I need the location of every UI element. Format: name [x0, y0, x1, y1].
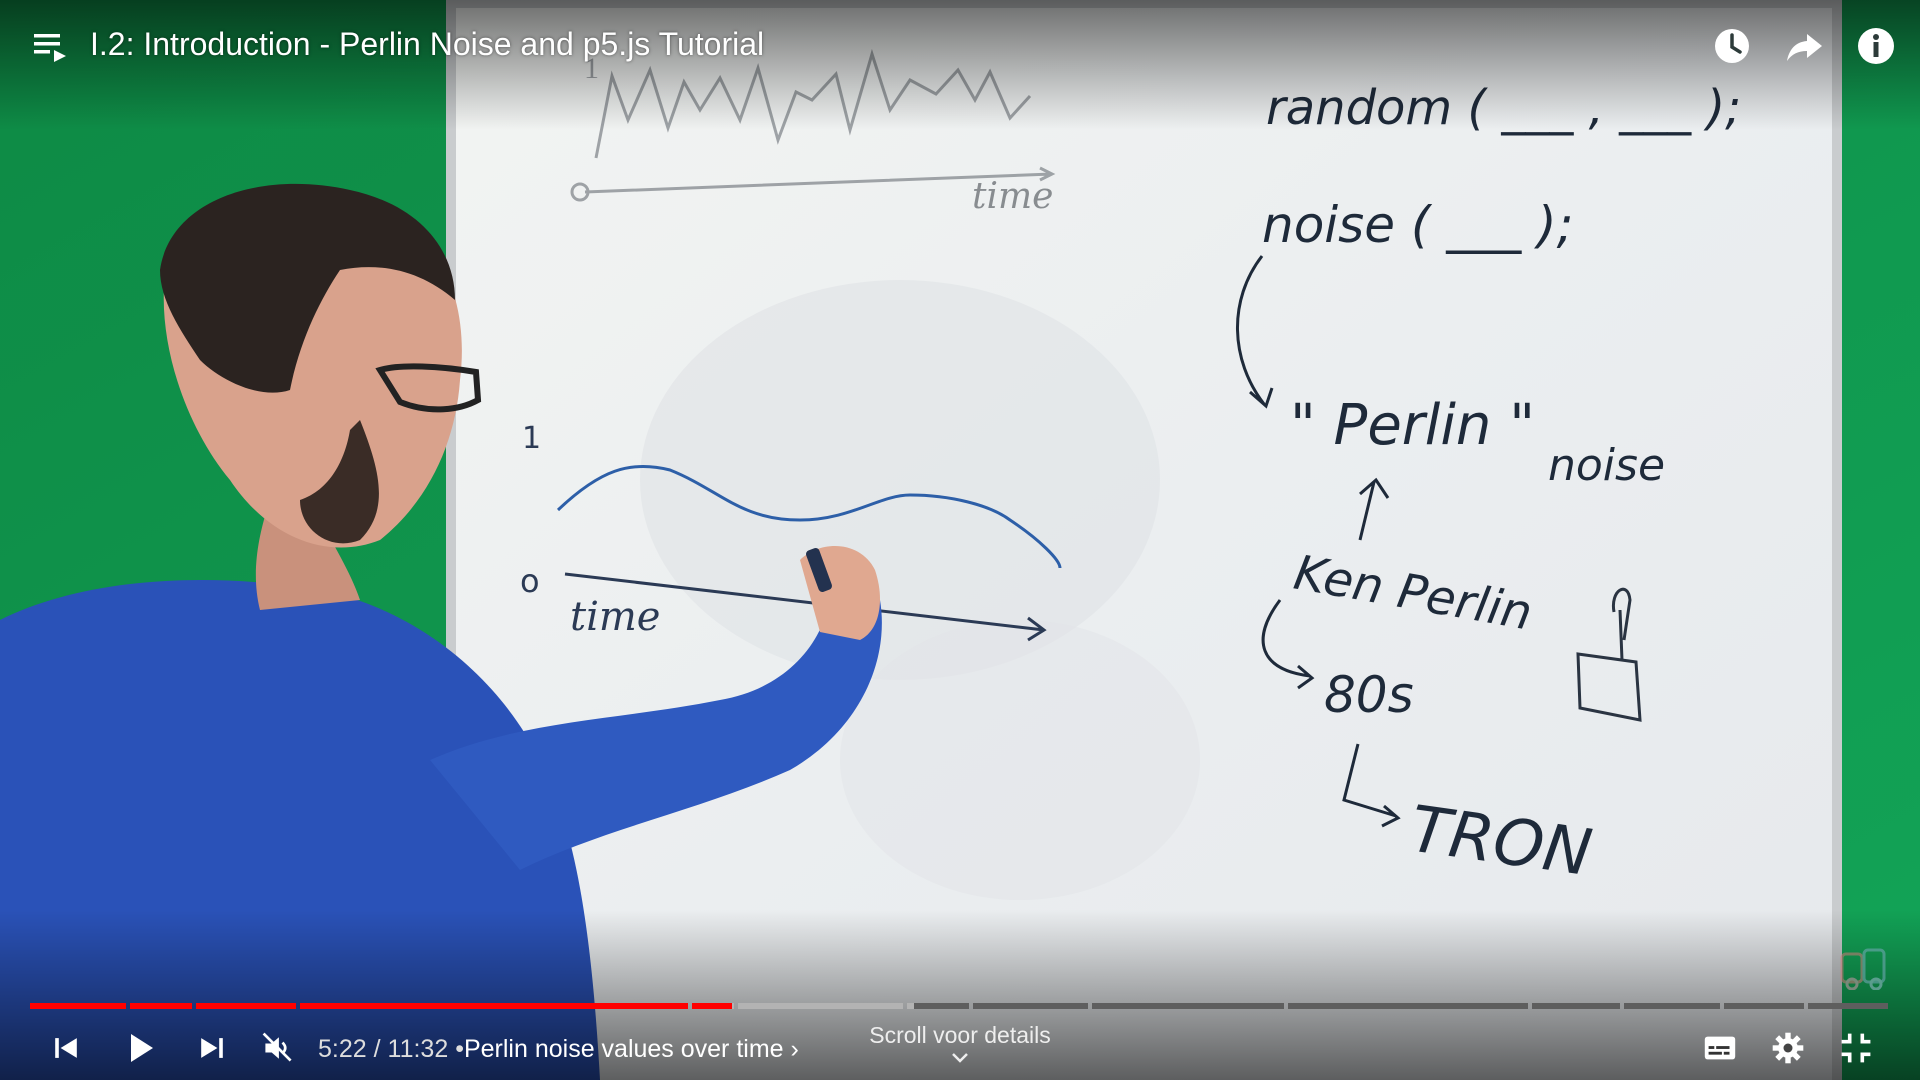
info-button[interactable] [1852, 22, 1900, 70]
played-fill [30, 1003, 126, 1009]
played-fill [196, 1003, 296, 1009]
chapter-segment[interactable] [1624, 1003, 1721, 1009]
time-separator: / [373, 1035, 381, 1063]
chapter-bullet: • [455, 1035, 464, 1063]
playlist-icon[interactable] [30, 26, 70, 66]
bottom-graph-y-label: 1 [522, 421, 541, 456]
skip-previous-icon [55, 1038, 77, 1058]
top-bar: I.2: Introduction - Perlin Noise and p5.… [0, 0, 1920, 90]
top-graph-x-label: time [972, 176, 1053, 217]
eraser-smudge [640, 280, 1160, 680]
current-time: 5:22 [318, 1035, 367, 1063]
bottom-graph-origin: o [520, 562, 540, 600]
chapter-segment[interactable] [906, 1003, 969, 1009]
time-display: 5:22 / 11:32 •Perlin noise values over t… [318, 1034, 799, 1064]
info-icon [1858, 28, 1894, 64]
played-fill [129, 1003, 193, 1009]
video-frame[interactable]: 1 time 1 o time random ( ___ , ___ ); no… [0, 0, 1920, 1080]
previous-button[interactable] [42, 1024, 90, 1072]
chapter-segment[interactable] [1808, 1003, 1888, 1009]
chapter-title: Perlin noise values over time [463, 1035, 784, 1063]
played-fill [299, 1003, 689, 1009]
chapter-segment[interactable] [299, 1003, 689, 1009]
eraser-smudge [840, 620, 1200, 900]
chapter-segment[interactable] [737, 1003, 903, 1009]
skip-next-icon [201, 1038, 223, 1058]
volume-muted-icon [262, 1032, 292, 1062]
bottom-graph-x-label: time [570, 594, 660, 640]
chevron-down-icon[interactable] [948, 1050, 972, 1066]
fullscreen-exit-icon [1841, 1033, 1871, 1063]
chapter-chevron-icon: › [790, 1035, 799, 1063]
subtitles-icon [1704, 1036, 1736, 1060]
chapter-segment[interactable] [1532, 1003, 1621, 1009]
share-button[interactable] [1780, 22, 1828, 70]
chapter-title-button[interactable]: Perlin noise values over time › [464, 1035, 799, 1063]
share-icon [1787, 34, 1822, 61]
progress-bar[interactable] [30, 1003, 1888, 1009]
chapter-segment[interactable] [972, 1003, 1089, 1009]
control-bar: 5:22 / 11:32 •Perlin noise values over t… [0, 1016, 1920, 1080]
scroll-for-details[interactable]: Scroll voor details [860, 1022, 1060, 1048]
note-noise-word: noise [1548, 440, 1665, 491]
chapter-segment[interactable] [692, 1003, 734, 1009]
next-button[interactable] [188, 1024, 236, 1072]
chapter-segment[interactable] [196, 1003, 296, 1009]
chapter-segment[interactable] [129, 1003, 193, 1009]
buffered-fill [737, 1003, 903, 1009]
subtitles-button[interactable] [1696, 1024, 1744, 1072]
play-icon [131, 1034, 153, 1062]
note-perlin: " Perlin " [1290, 393, 1535, 458]
watch-later-button[interactable] [1708, 22, 1756, 70]
chapter-segment[interactable] [1288, 1003, 1529, 1009]
video-player[interactable]: 1 time 1 o time random ( ___ , ___ ); no… [0, 0, 1920, 1080]
play-button[interactable] [116, 1024, 164, 1072]
played-fill [692, 1003, 733, 1009]
video-title[interactable]: I.2: Introduction - Perlin Noise and p5.… [90, 24, 764, 64]
settings-button[interactable] [1764, 1024, 1812, 1072]
fullscreen-exit-button[interactable] [1832, 1024, 1880, 1072]
clock-icon [1715, 29, 1749, 63]
buffered-fill [906, 1003, 915, 1009]
note-noise-call: noise ( ___ ); [1262, 196, 1574, 254]
chapter-segment[interactable] [1724, 1003, 1804, 1009]
note-decade: 80s [1324, 666, 1414, 724]
gear-icon [1772, 1032, 1804, 1064]
total-time: 11:32 [387, 1035, 449, 1063]
channel-watermark-icon[interactable] [1838, 944, 1890, 990]
top-right-actions [1708, 22, 1900, 70]
chapter-segment[interactable] [30, 1003, 126, 1009]
chapter-segment[interactable] [1092, 1003, 1285, 1009]
mute-button[interactable] [254, 1024, 302, 1072]
